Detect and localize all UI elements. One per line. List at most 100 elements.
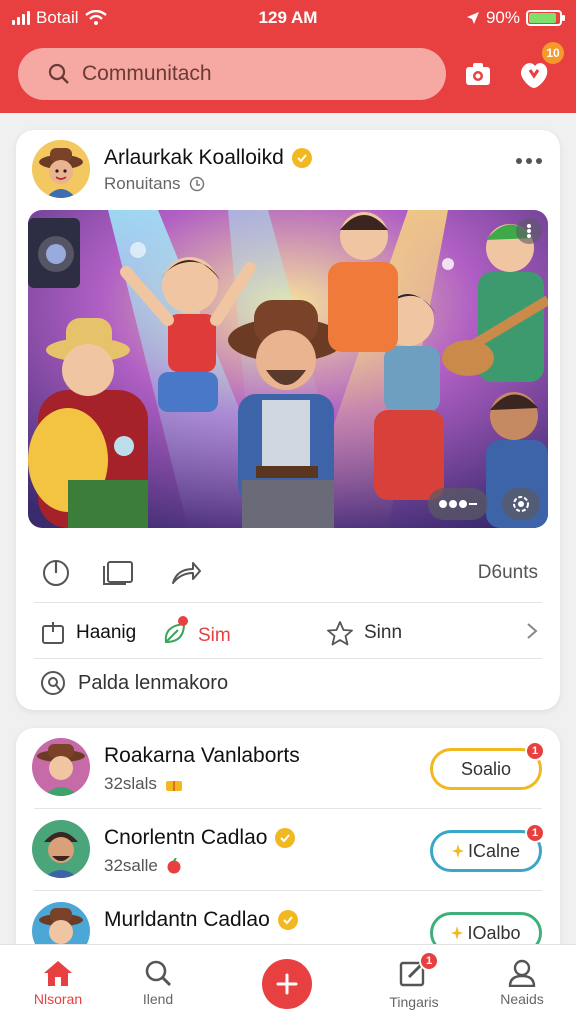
search-bar[interactable]: Communitach (18, 48, 446, 100)
post-author-name[interactable]: Arlaurkak Koalloikd (104, 146, 284, 170)
list-item-sub: 32salle (104, 856, 158, 875)
list-item-sub-row: 32salle (104, 856, 182, 876)
notification-icon (521, 63, 548, 88)
camera-icon (466, 63, 490, 85)
image-more-icon[interactable] (516, 218, 542, 244)
nav-profile-label: Neaids (500, 991, 544, 1007)
notification-button[interactable]: 10 (516, 42, 564, 92)
avatar[interactable] (32, 738, 90, 796)
avatar[interactable] (32, 820, 90, 878)
list-item-name-row: Cnorlentn Cadlao (104, 826, 296, 850)
follow-button-label: IOalbo (467, 922, 521, 943)
create-post-button[interactable] (262, 959, 312, 1009)
divider (34, 602, 542, 603)
avatar-illustration (32, 738, 90, 796)
power-icon (43, 560, 69, 586)
nav-home-label: Nlsoran (33, 991, 83, 1007)
nav-messages-label: Tingaris (389, 994, 439, 1010)
settings-icon (513, 496, 529, 512)
location-label: Palda lenmakoro (78, 671, 229, 694)
dots-icon (439, 500, 477, 508)
app-header: Botail 129 AM 90% Communitach 10 (0, 0, 576, 113)
verified-icon (275, 828, 296, 848)
nav-profile[interactable]: Neaids (472, 959, 572, 1007)
star-icon (327, 621, 353, 646)
share-button[interactable] (168, 556, 204, 588)
list-item[interactable]: Roakarna Vanlaborts 32slals Soalio 1 (16, 728, 560, 810)
follow-button-label: ICalne (467, 840, 521, 861)
post-subtitle: Ronuitans (104, 174, 181, 193)
save-option[interactable]: Haanig (40, 620, 136, 646)
avatar-illustration (32, 140, 90, 198)
second-option[interactable]: Sinn (326, 620, 402, 646)
profile-icon (508, 959, 536, 987)
list-item[interactable]: Cnorlentn Cadlao 32salle ICalne 1 (16, 810, 560, 892)
avatar-illustration (32, 820, 90, 878)
image-more-button[interactable] (428, 488, 488, 520)
first-option[interactable]: Sim (162, 616, 231, 652)
button-badge: 1 (525, 741, 545, 761)
save-option-label: Haanig (76, 622, 137, 643)
apple-icon (167, 858, 181, 874)
home-icon (44, 961, 72, 986)
post-card: Arlaurkak Koalloikd Ronuitans D6unts Haa… (16, 130, 560, 710)
gallery-icon (103, 561, 133, 585)
location-row[interactable]: Palda lenmakoro (40, 670, 228, 696)
list-item-name: Roakarna Vanlaborts (104, 744, 300, 767)
search-icon (145, 960, 172, 987)
list-item-sub-row: 32slals (104, 774, 183, 794)
divider (34, 890, 542, 891)
author-avatar[interactable] (32, 140, 90, 198)
follow-button[interactable]: ICalne 1 (430, 823, 545, 872)
battery-level (529, 13, 556, 23)
chevron-right-icon[interactable] (526, 622, 538, 646)
messages-badge: 1 (419, 951, 439, 971)
image-settings-button[interactable] (502, 488, 540, 520)
divider (34, 658, 542, 659)
status-bar: Botail 129 AM 90% (0, 0, 576, 36)
post-counts[interactable]: D6unts (478, 562, 538, 584)
post-subtitle-row: Ronuitans (104, 174, 205, 194)
divider (34, 808, 542, 809)
post-author-row: Arlaurkak Koalloikd (104, 146, 312, 170)
first-option-label: Sim (198, 625, 231, 646)
status-right: 90% (466, 8, 565, 28)
verified-icon (277, 910, 298, 930)
concert-illustration (28, 210, 548, 528)
nav-home[interactable]: Nlsoran (8, 959, 108, 1007)
like-button[interactable] (38, 556, 74, 588)
search-input[interactable]: Communitach (82, 62, 212, 86)
messages-icon-wrap: 1 (399, 951, 439, 990)
more-options-icon[interactable] (516, 158, 542, 164)
sparkle-icon (451, 844, 464, 858)
notification-badge: 10 (542, 42, 564, 64)
nav-search[interactable]: Ilend (108, 959, 208, 1007)
location-arrow-icon (466, 12, 479, 24)
list-item-sub: 32slals (104, 774, 157, 793)
list-item-name-row: Roakarna Vanlaborts (104, 744, 300, 768)
list-item-name: Murldantn Cadlao (104, 908, 270, 931)
battery-percent: 90% (485, 8, 520, 27)
nav-search-label: Ilend (142, 991, 174, 1007)
camera-button[interactable] (460, 56, 496, 92)
post-image[interactable] (28, 210, 548, 528)
list-item-name: Cnorlentn Cadlao (104, 826, 268, 849)
follow-button-label: Soalio (460, 758, 512, 779)
follow-button[interactable]: Soalio 1 (430, 741, 545, 790)
globe-icon (189, 176, 204, 192)
share-icon (172, 562, 201, 584)
search-icon (48, 63, 69, 84)
sparkle-icon (451, 926, 464, 940)
comment-button[interactable] (100, 556, 136, 588)
leaf-icon-wrap (162, 616, 188, 652)
list-item-name-row: Murldantn Cadlao (104, 908, 298, 932)
nav-messages[interactable]: 1 Tingaris (364, 951, 464, 1010)
verified-icon (291, 148, 312, 168)
option-alert-dot (178, 616, 188, 626)
plus-icon (276, 973, 298, 995)
location-icon (41, 671, 65, 695)
battery-icon (526, 10, 565, 26)
post-options-row: Haanig Sim Sinn (16, 610, 560, 654)
second-option-label: Sinn (364, 622, 403, 643)
bottom-nav: Nlsoran Ilend 1 Tingaris Neaids (0, 944, 576, 1024)
